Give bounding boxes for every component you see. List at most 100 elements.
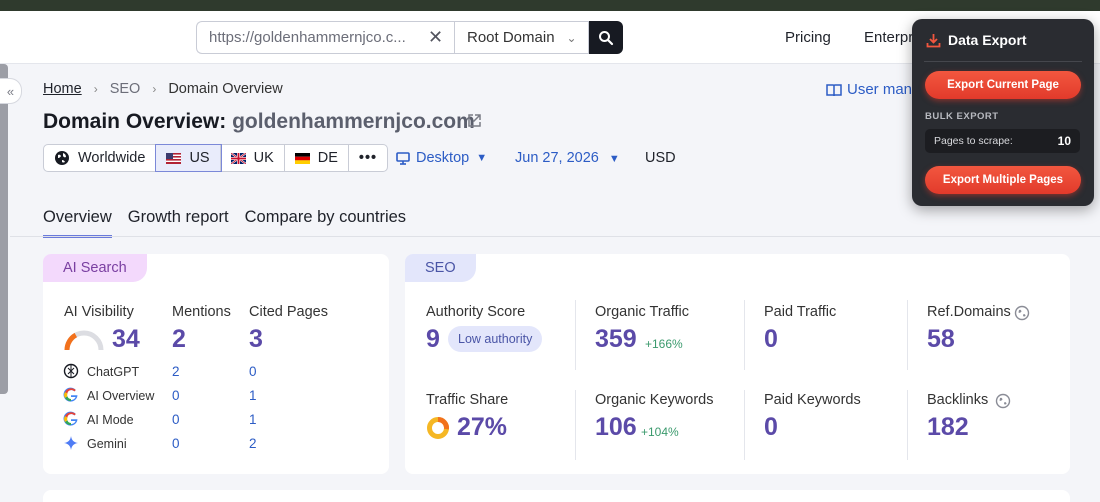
- traffic-share-value[interactable]: 27%: [457, 413, 507, 442]
- db-worldwide-button[interactable]: Worldwide: [44, 145, 157, 171]
- row-ai-mode-mentions[interactable]: 0: [172, 412, 180, 427]
- top-strip: [0, 0, 1100, 11]
- row-ai-overview-mentions[interactable]: 0: [172, 388, 180, 403]
- paid-traffic-label: Paid Traffic: [764, 304, 837, 320]
- breadcrumb-current: Domain Overview: [168, 81, 283, 97]
- gemini-icon: [64, 436, 78, 450]
- currency-label: USD: [645, 150, 676, 166]
- user-manual-link[interactable]: User manu: [826, 81, 920, 98]
- row-gemini-mentions[interactable]: 0: [172, 436, 180, 451]
- authority-badge: Low authority: [448, 326, 543, 352]
- globe-icon: [995, 393, 1011, 409]
- page-title: Domain Overview: goldenhammernjco.com: [43, 110, 475, 134]
- db-us-label: US: [189, 150, 210, 166]
- nav-enterprise[interactable]: Enterpr: [864, 29, 913, 46]
- paid-keywords-value[interactable]: 0: [764, 413, 778, 442]
- db-uk-button[interactable]: UK: [221, 145, 285, 171]
- row-chatgpt-label: ChatGPT: [87, 365, 140, 379]
- authority-score-label: Authority Score: [426, 304, 526, 320]
- authority-score-value[interactable]: 9: [426, 325, 440, 354]
- chatgpt-icon: [63, 363, 79, 379]
- mentions-label: Mentions: [172, 304, 231, 320]
- export-multiple-pages-button[interactable]: Export Multiple Pages: [925, 166, 1081, 194]
- chevron-down-icon: ▼: [476, 152, 488, 164]
- chevron-right-icon: ›: [152, 82, 157, 96]
- mentions-value[interactable]: 2: [172, 325, 186, 354]
- export-current-page-button[interactable]: Export Current Page: [925, 71, 1081, 99]
- google-icon: [63, 387, 78, 402]
- db-uk-label: UK: [253, 150, 274, 166]
- desktop-icon: [396, 151, 410, 165]
- row-gemini-cited[interactable]: 2: [249, 436, 257, 451]
- search-button[interactable]: [589, 21, 623, 54]
- cited-pages-value[interactable]: 3: [249, 325, 263, 354]
- domain-search-bar: https://goldenhammernjco.c... ✕ Root Dom…: [196, 21, 623, 54]
- ref-domains-value[interactable]: 58: [927, 325, 955, 354]
- row-ai-overview-cited[interactable]: 1: [249, 388, 257, 403]
- organic-keywords-label: Organic Keywords: [595, 392, 714, 408]
- domain-search-input[interactable]: https://goldenhammernjco.c... ✕: [196, 21, 454, 54]
- row-ai-overview-label: AI Overview: [87, 389, 155, 403]
- organic-keywords-delta: +104%: [641, 425, 679, 439]
- data-export-panel: Data Export Export Current Page BULK EXP…: [912, 19, 1094, 206]
- ai-visibility-value[interactable]: 34: [112, 325, 140, 354]
- db-us-button[interactable]: US: [155, 144, 222, 172]
- tab-growth-report[interactable]: Growth report: [128, 208, 229, 238]
- user-manual-label: User manu: [847, 81, 921, 98]
- bulk-export-label: BULK EXPORT: [925, 111, 999, 122]
- clear-icon[interactable]: ✕: [428, 27, 443, 48]
- organic-traffic-value[interactable]: 359: [595, 325, 637, 354]
- us-flag-icon: [166, 152, 182, 164]
- paid-keywords-label: Paid Keywords: [764, 392, 861, 408]
- divider: [744, 300, 745, 370]
- domain-search-value: https://goldenhammernjco.c...: [209, 29, 406, 46]
- external-link-icon[interactable]: [467, 113, 482, 128]
- export-divider: [924, 61, 1082, 62]
- row-ai-mode-cited[interactable]: 1: [249, 412, 257, 427]
- db-more-button[interactable]: •••: [349, 145, 387, 171]
- backlinks-label: Backlinks: [927, 392, 989, 408]
- divider: [744, 390, 745, 460]
- divider: [907, 390, 908, 460]
- breadcrumb-home[interactable]: Home: [43, 81, 82, 97]
- left-rail-scrollbar[interactable]: [0, 64, 8, 394]
- scope-select[interactable]: Root Domain ⌄: [454, 21, 589, 54]
- page-title-prefix: Domain Overview:: [43, 110, 227, 133]
- row-chatgpt-cited[interactable]: 0: [249, 364, 257, 379]
- tab-compare-by-countries[interactable]: Compare by countries: [245, 208, 406, 238]
- db-worldwide-label: Worldwide: [78, 150, 146, 166]
- divider: [575, 300, 576, 370]
- de-flag-icon: [294, 152, 310, 164]
- pages-to-scrape-value[interactable]: 10: [1058, 134, 1071, 148]
- ref-domains-label: Ref.Domains: [927, 304, 1011, 320]
- paid-traffic-value[interactable]: 0: [764, 325, 778, 354]
- collapse-sidebar-icon[interactable]: «: [0, 78, 22, 104]
- uk-flag-icon: [230, 152, 246, 164]
- report-tabs: Overview Growth report Compare by countr…: [43, 208, 422, 238]
- date-select[interactable]: Jun 27, 2026 ▼: [515, 150, 620, 166]
- database-selector: Worldwide US UK DE •••: [43, 144, 389, 172]
- row-chatgpt-mentions[interactable]: 2: [172, 364, 180, 379]
- traffic-share-label: Traffic Share: [426, 392, 509, 408]
- seo-card: SEO Authority Score 9 Low authority Orga…: [405, 254, 1070, 474]
- ai-search-card: AI Search AI Visibility Mentions Cited P…: [43, 254, 389, 474]
- breadcrumb-seo[interactable]: SEO: [110, 81, 141, 97]
- traffic-share-donut-icon: [427, 417, 449, 439]
- chevron-right-icon: ›: [93, 82, 98, 96]
- next-card: [43, 490, 1070, 502]
- pages-to-scrape-field[interactable]: Pages to scrape: 10: [925, 129, 1080, 153]
- ai-search-tag: AI Search: [43, 254, 147, 282]
- tab-overview[interactable]: Overview: [43, 208, 112, 238]
- device-select[interactable]: Desktop ▼: [396, 150, 487, 166]
- nav-pricing[interactable]: Pricing: [785, 29, 831, 46]
- export-title: Data Export: [948, 32, 1027, 48]
- db-de-button[interactable]: DE: [285, 145, 349, 171]
- date-label: Jun 27, 2026: [515, 150, 599, 166]
- globe-icon: [55, 151, 69, 165]
- chevron-down-icon: ▼: [608, 153, 620, 165]
- organic-keywords-value[interactable]: 106: [595, 413, 637, 442]
- backlinks-value[interactable]: 182: [927, 413, 969, 442]
- pages-to-scrape-label: Pages to scrape:: [934, 135, 1013, 147]
- ai-visibility-label: AI Visibility: [64, 304, 134, 320]
- db-de-label: DE: [317, 150, 338, 166]
